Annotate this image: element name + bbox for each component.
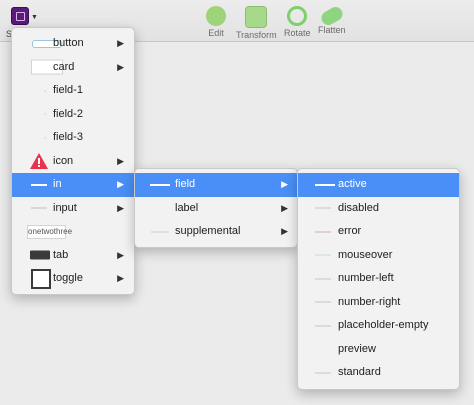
disabled-thumbnail	[315, 207, 331, 209]
flatten-tool-label: Flatten	[318, 25, 346, 35]
transform-tool[interactable]: Transform	[236, 6, 277, 40]
submenu-item-label[interactable]: label ▶	[135, 197, 297, 221]
onetwothree-thumbnail: onetwothree	[27, 224, 72, 239]
submenu-arrow-icon: ▶	[281, 202, 288, 213]
menu-item-label: field-3	[53, 131, 83, 143]
placeholder-empty-thumbnail	[315, 325, 331, 327]
menu-item-field-1[interactable]: field-1	[12, 79, 134, 103]
menu-item-label: mouseover	[338, 248, 393, 261]
field-thumbnail	[44, 90, 46, 92]
submenu-arrow-icon: ▶	[117, 179, 124, 189]
menu-item-label: disabled	[338, 201, 379, 214]
rotate-icon	[287, 6, 308, 26]
submenu-item-preview[interactable]: preview	[298, 338, 459, 362]
menu-item-input[interactable]: input ▶	[12, 197, 134, 221]
menu-item-label: card	[53, 60, 75, 73]
menu-item-label: tab	[53, 248, 69, 261]
transform-icon	[245, 6, 268, 28]
submenu-item-mouseover[interactable]: mouseover	[298, 244, 459, 268]
menu-item-field-3[interactable]: field-3	[12, 126, 134, 150]
menu-item-label: standard	[338, 366, 381, 378]
input-thumbnail	[31, 207, 47, 209]
menu-item-label: toggle	[53, 272, 83, 284]
menu-item-icon[interactable]: icon ▶	[12, 150, 134, 174]
field-thumbnail	[150, 183, 170, 186]
menu-item-label: field	[175, 178, 196, 190]
menu-item-label: number-right	[338, 295, 401, 308]
submenu-item-placeholder-empty[interactable]: placeholder-empty	[298, 314, 459, 338]
flatten-tool[interactable]: Flatten	[318, 4, 346, 35]
transform-tool-label: Transform	[236, 30, 277, 40]
active-thumbnail	[315, 183, 335, 186]
menu-item-label: supplemental	[175, 225, 241, 237]
chevron-down-icon[interactable]: ▼	[31, 14, 38, 21]
edit-tool[interactable]: Edit	[206, 6, 226, 38]
app-glyph-icon	[16, 12, 25, 21]
symbol-menu: button ▶ card ▶ field-1 field-2 field-3 …	[11, 27, 135, 295]
menu-item-label: number-left	[338, 272, 394, 284]
menu-item-button[interactable]: button ▶	[12, 32, 134, 56]
submenu-arrow-icon: ▶	[117, 155, 124, 166]
menu-item-card[interactable]: card ▶	[12, 56, 134, 80]
field-thumbnail	[44, 137, 46, 139]
field-submenu: active disabled error mouseover number-l…	[297, 168, 460, 390]
error-thumbnail	[315, 231, 331, 233]
menu-item-label: field-2	[53, 107, 83, 120]
edit-icon	[206, 6, 226, 26]
number-right-thumbnail	[315, 301, 331, 303]
submenu-item-supplemental[interactable]: supplemental ▶	[135, 220, 297, 244]
app-menu-button[interactable]	[11, 7, 29, 25]
submenu-item-active[interactable]: active	[298, 173, 459, 197]
field-thumbnail	[44, 113, 46, 115]
in-submenu: field ▶ label ▶ supplemental ▶	[134, 168, 298, 248]
submenu-arrow-icon: ▶	[117, 249, 124, 260]
menu-item-field-2[interactable]: field-2	[12, 103, 134, 127]
menu-item-onetwothree[interactable]: onetwothree	[12, 220, 134, 244]
edit-tool-label: Edit	[208, 28, 224, 38]
supplemental-thumbnail	[151, 231, 169, 233]
menu-item-toggle[interactable]: toggle ▶	[12, 267, 134, 291]
rotate-tool[interactable]: Rotate	[284, 6, 311, 38]
menu-item-label: placeholder-empty	[338, 319, 429, 331]
menu-item-label: in	[53, 178, 62, 190]
submenu-arrow-icon: ▶	[281, 226, 288, 236]
submenu-item-disabled[interactable]: disabled	[298, 197, 459, 221]
submenu-arrow-icon: ▶	[117, 202, 124, 213]
submenu-item-number-right[interactable]: number-right	[298, 291, 459, 315]
menu-item-in[interactable]: in ▶	[12, 173, 134, 197]
menu-item-label: error	[338, 225, 362, 237]
submenu-arrow-icon: ▶	[117, 273, 124, 283]
mouseover-thumbnail	[315, 254, 331, 256]
standard-thumbnail	[315, 372, 331, 374]
tab-thumbnail	[30, 250, 50, 260]
menu-item-label: label	[175, 201, 199, 214]
rotate-tool-label: Rotate	[284, 28, 311, 38]
number-left-thumbnail	[315, 278, 331, 280]
in-thumbnail	[31, 183, 47, 186]
submenu-item-number-left[interactable]: number-left	[298, 267, 459, 291]
menu-item-label: input	[53, 201, 77, 214]
menu-item-label: field-1	[53, 84, 83, 96]
menu-item-label: button	[53, 37, 84, 49]
submenu-arrow-icon: ▶	[117, 61, 124, 72]
menu-item-label: preview	[338, 342, 376, 355]
menu-item-label: icon	[53, 154, 74, 167]
submenu-item-standard[interactable]: standard	[298, 361, 459, 385]
toggle-thumbnail	[31, 268, 51, 289]
menu-item-tab[interactable]: tab ▶	[12, 244, 134, 268]
warning-icon	[30, 153, 48, 170]
menu-item-label: active	[338, 178, 367, 190]
submenu-arrow-icon: ▶	[117, 38, 124, 48]
submenu-arrow-icon: ▶	[281, 179, 288, 189]
submenu-item-error[interactable]: error	[298, 220, 459, 244]
submenu-item-field[interactable]: field ▶	[135, 173, 297, 197]
